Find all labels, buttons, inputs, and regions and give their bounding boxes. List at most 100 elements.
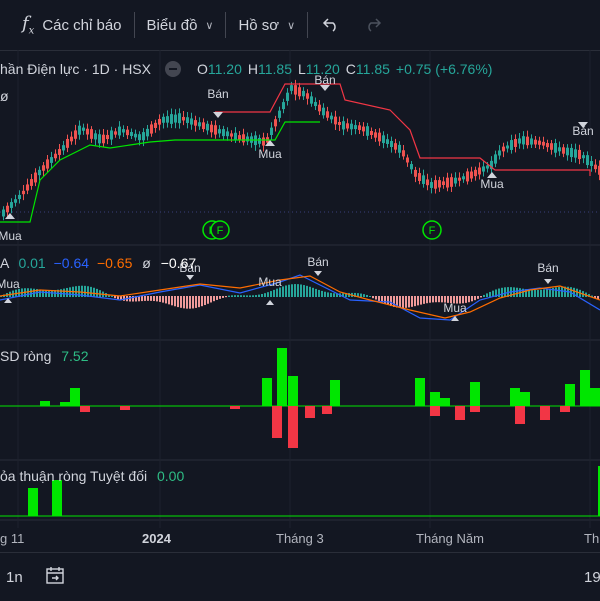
candle-body	[574, 149, 577, 158]
candle-body	[302, 90, 305, 97]
candle-body	[362, 126, 365, 132]
macd-hist-bar	[66, 287, 68, 297]
candle-body	[558, 147, 561, 152]
candle-body	[526, 136, 529, 146]
candle-body	[310, 96, 313, 104]
macd-hist-bar	[276, 288, 278, 297]
macd-hist-bar	[369, 295, 371, 297]
candle-body	[54, 153, 57, 159]
time-axis[interactable]: g 11 2024 Tháng 3 Tháng Năm Th	[0, 528, 600, 550]
candle-body	[186, 117, 189, 123]
candle-body	[394, 143, 397, 150]
macd-hist-bar	[261, 293, 263, 297]
candle-body	[410, 164, 413, 170]
candle-body	[262, 137, 265, 146]
macd-hist-bar	[186, 296, 188, 309]
indicators-button[interactable]: fx Các chỉ báo	[0, 0, 134, 50]
macd-hist-bar	[282, 286, 284, 297]
macd-hist-bar	[324, 291, 326, 297]
candle-body	[82, 127, 85, 131]
candle-body	[454, 177, 457, 184]
macd-hist-bar	[273, 289, 275, 297]
macd-hist-bar	[234, 295, 236, 297]
candle-body	[46, 159, 49, 169]
candle-body	[530, 138, 533, 145]
macd-signal-label: Bán	[307, 255, 328, 269]
candle-body	[190, 118, 193, 125]
macd-hist-bar	[45, 290, 47, 297]
macd-hist-bar	[258, 294, 260, 297]
flow-bar-down	[272, 406, 282, 438]
bottom-bar: 1n 19	[0, 552, 600, 601]
high-label: H	[247, 61, 258, 77]
macd-hist-bar	[513, 287, 515, 297]
macd-hist-bar	[162, 296, 164, 303]
macd-hist-bar	[30, 288, 32, 297]
candle-body	[202, 122, 205, 130]
macd-hist-bar	[306, 285, 308, 297]
open-value: 11.20	[207, 61, 242, 77]
open-label: O	[196, 61, 208, 77]
candle-body	[422, 175, 425, 184]
candle-body	[594, 164, 597, 170]
redo-icon	[368, 18, 382, 32]
candle-body	[234, 132, 237, 140]
candle-body	[6, 205, 9, 213]
candle-body	[274, 119, 277, 127]
candle-body	[350, 123, 353, 130]
candle-body	[290, 85, 293, 91]
candle-body	[122, 129, 125, 133]
change-value: +0.75 (+6.76%)	[395, 61, 493, 77]
macd-hist-bar	[171, 296, 173, 306]
candle-body	[154, 122, 157, 128]
macd-hist-bar	[504, 287, 506, 297]
macd-hist-bar	[156, 296, 158, 302]
candle-body	[354, 125, 357, 130]
candle-body	[582, 155, 585, 159]
interval-button[interactable]: 1n	[6, 569, 23, 586]
x-tick: Th	[584, 531, 600, 546]
low-value: 11.20	[305, 61, 340, 77]
calendar-goto-icon[interactable]	[45, 565, 65, 589]
macd-hist-bar	[228, 295, 230, 297]
macd-hist-bar	[438, 296, 440, 303]
macd-hist-bar	[222, 296, 224, 298]
signal-line-value: −0.65	[96, 255, 133, 271]
candle-body	[386, 139, 389, 144]
candle-body	[434, 180, 437, 189]
macd-hist-bar	[330, 292, 332, 297]
profile-button[interactable]: Hồ sơ ∨	[226, 0, 307, 50]
macd-hist-bar	[90, 286, 92, 297]
candle-body	[86, 128, 89, 135]
macd-line	[0, 274, 600, 321]
symbol-title[interactable]: hần Điện lực · 1D · HSX	[0, 61, 151, 77]
undo-button[interactable]	[308, 0, 354, 50]
candle-body	[162, 116, 165, 123]
flow-bar-down	[470, 406, 480, 412]
macd-signal-label: Mua	[443, 301, 467, 315]
flow-bar-down	[305, 406, 315, 418]
candle-body	[178, 113, 181, 124]
hide-icon[interactable]	[164, 61, 181, 77]
macd-hist-bar	[114, 296, 116, 299]
candle-body	[106, 134, 109, 140]
candle-body	[90, 129, 93, 139]
chart-area[interactable]: BánMuaBánMuaBánMuaFFFMuaBánMuaBánMuaBán	[0, 50, 600, 528]
macd-extra-value: −0.67	[160, 255, 197, 271]
macd-hist-bar	[51, 290, 53, 297]
candle-body	[414, 169, 417, 177]
candle-body	[378, 132, 381, 142]
macd-hist-bar	[48, 290, 50, 297]
macd-hist-bar	[174, 296, 176, 307]
candle-body	[242, 134, 245, 143]
redo-button[interactable]	[354, 0, 392, 50]
chart-type-button[interactable]: Biểu đồ ∨	[135, 0, 226, 50]
flow-bar-down	[322, 406, 332, 414]
close-label: C	[345, 61, 356, 77]
candle-body	[294, 85, 297, 95]
macd-hist-bar	[96, 288, 98, 297]
macd-hist-bar	[123, 296, 125, 301]
candle-body	[498, 150, 501, 156]
candle-body	[158, 118, 161, 125]
macd-hist-bar	[360, 293, 362, 297]
